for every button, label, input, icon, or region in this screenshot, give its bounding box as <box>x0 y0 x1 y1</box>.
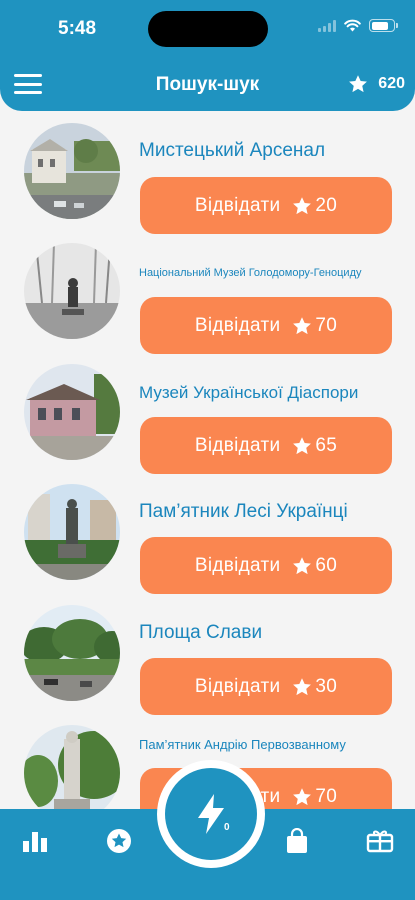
star-icon <box>293 316 312 334</box>
star-circle-icon <box>107 829 131 853</box>
visit-button[interactable]: Відвідати 65 <box>140 417 392 474</box>
visit-label: Відвідати <box>194 554 281 576</box>
star-icon <box>293 436 312 454</box>
points-value: 70 <box>315 785 338 807</box>
visit-button[interactable]: Відвідати 70 <box>140 297 392 354</box>
place-photo-diaspora-museum <box>24 364 120 460</box>
visit-button[interactable]: Відвідати 20 <box>140 177 392 234</box>
place-photo-andrew-monument <box>24 725 120 811</box>
place-photo-lesya-ukrainka-monument <box>24 484 120 580</box>
places-list[interactable]: Мистецький Арсенал Відвідати 20 Націонал… <box>0 111 415 811</box>
list-item: Музей Української Діаспори Відвідати 65 <box>0 364 415 484</box>
cellular-signal-icon <box>318 19 336 32</box>
visit-label: Відвідати <box>194 434 281 456</box>
list-item: Мистецький Арсенал Відвідати 20 <box>0 123 415 243</box>
points-value: 60 <box>315 554 338 576</box>
bar-chart-icon <box>23 832 47 852</box>
tab-rewards[interactable] <box>366 827 394 855</box>
list-item: Пам’ятник Лесі Українці Відвідати 60 <box>0 484 415 604</box>
visit-button[interactable]: Відвідати 30 <box>140 658 392 715</box>
star-icon <box>293 556 312 574</box>
visit-points: 70 <box>292 786 337 808</box>
score-display[interactable]: 620 <box>348 74 405 94</box>
tab-favorites[interactable] <box>105 827 133 855</box>
visit-points: 70 <box>292 315 337 337</box>
tab-shop[interactable] <box>283 827 311 855</box>
wifi-icon <box>344 19 361 32</box>
app-header: 5:48 Пошук-шук 620 <box>0 0 415 111</box>
visit-label: Відвідати <box>194 675 281 697</box>
star-icon <box>349 75 368 93</box>
place-name: Музей Української Діаспори <box>139 383 359 402</box>
lightning-icon <box>198 794 224 834</box>
star-icon <box>293 787 312 805</box>
tab-stats[interactable] <box>21 827 49 855</box>
shopping-bag-icon <box>287 828 307 853</box>
list-item: Площа Слави Відвідати 30 <box>0 605 415 725</box>
place-name: Пам’ятник Андрію Первозванному <box>139 737 346 752</box>
visit-points: 30 <box>292 676 337 698</box>
place-photo-arsenal <box>24 123 120 219</box>
visit-points: 65 <box>292 435 337 457</box>
star-icon <box>293 196 312 214</box>
list-item: Національний Музей Голодомору-Геноциду В… <box>0 243 415 363</box>
place-photo-holodomor-museum <box>24 243 120 339</box>
points-value: 20 <box>315 194 338 216</box>
visit-button[interactable]: Відвідати 60 <box>140 537 392 594</box>
points-value: 30 <box>315 675 338 697</box>
ticket-icon <box>366 830 394 853</box>
place-name: Національний Музей Голодомору-Геноциду <box>139 267 362 279</box>
star-icon <box>293 677 312 695</box>
points-value: 70 <box>315 314 338 336</box>
score-value: 620 <box>378 75 405 92</box>
place-photo-glory-square <box>24 605 120 701</box>
battery-icon <box>369 19 398 32</box>
status-icons <box>318 19 398 32</box>
status-time: 5:48 <box>58 18 97 39</box>
place-name: Мистецький Арсенал <box>139 140 326 161</box>
place-name: Площа Слави <box>139 622 263 643</box>
energy-button[interactable] <box>165 768 257 860</box>
visit-label: Відвідати <box>194 314 281 336</box>
visit-points: 60 <box>292 555 337 577</box>
points-value: 65 <box>315 434 338 456</box>
energy-count: 0 <box>224 822 230 833</box>
place-name: Пам’ятник Лесі Українці <box>139 501 348 522</box>
visit-label: Відвідати <box>194 194 281 216</box>
visit-points: 20 <box>292 195 337 217</box>
dynamic-island <box>148 11 268 47</box>
